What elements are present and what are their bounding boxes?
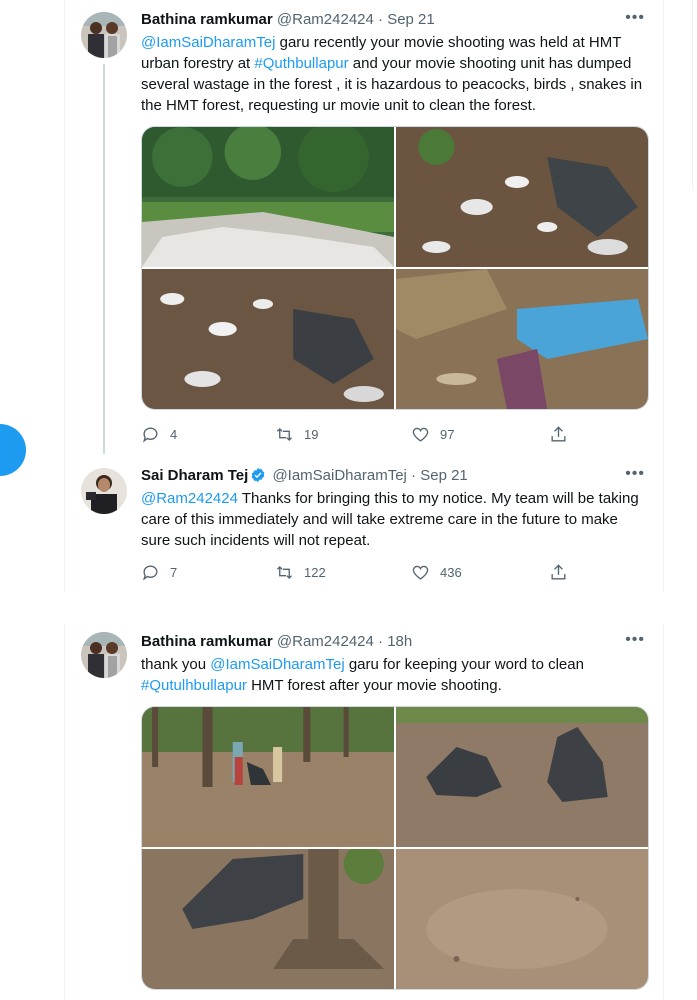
share-button[interactable] xyxy=(549,425,568,444)
retweet-button[interactable]: 19 xyxy=(275,425,411,444)
share-icon xyxy=(551,563,566,580)
author-name[interactable]: Bathina ramkumar xyxy=(141,633,273,650)
more-options-icon[interactable]: ••• xyxy=(625,630,645,650)
tweet-media-grid xyxy=(141,126,649,410)
mention-link[interactable]: @IamSaiDharamTej xyxy=(210,656,344,673)
photo-plates-ground[interactable] xyxy=(396,127,648,267)
reply-icon xyxy=(142,565,158,581)
avatar-ramkumar[interactable] xyxy=(81,632,127,678)
tweet-thread: Bathina ramkumar @Ram242424 · Sep 21 •••… xyxy=(64,0,664,592)
photo-bag-under-tree[interactable] xyxy=(142,849,394,989)
tweet-text: thank you @IamSaiDharamTej garu for keep… xyxy=(141,656,584,694)
retweet-button[interactable]: 122 xyxy=(275,563,411,582)
avatar-ramkumar[interactable] xyxy=(81,12,127,58)
photo-forest-dump[interactable] xyxy=(142,127,394,267)
retweet-count: 19 xyxy=(304,426,319,442)
tweet-time[interactable]: 18h xyxy=(387,633,412,650)
hashtag-link[interactable]: #Qutulhbullapur xyxy=(141,677,247,694)
avatar-saidharamtej[interactable] xyxy=(81,468,127,514)
author-handle[interactable]: @Ram242424 xyxy=(277,633,374,650)
photo-clean-ground[interactable] xyxy=(396,849,648,989)
separator: · xyxy=(411,467,417,484)
tweet-time[interactable]: Sep 21 xyxy=(420,467,468,484)
tweet-header: Sai Dharam Tej @IamSaiDharamTej · Sep 21… xyxy=(141,464,649,486)
more-options-icon[interactable]: ••• xyxy=(625,8,645,28)
reply-icon xyxy=(142,427,158,443)
heart-icon xyxy=(412,427,429,442)
tweet-header: Bathina ramkumar @Ram242424 · 18h ••• xyxy=(141,630,649,652)
photo-blue-plastic[interactable] xyxy=(396,269,648,409)
like-button[interactable]: 436 xyxy=(411,563,549,582)
hashtag-link[interactable]: #Quthbullapur xyxy=(254,55,348,72)
verified-badge-icon xyxy=(251,468,265,482)
tweet-body: Sai Dharam Tej @IamSaiDharamTej · Sep 21… xyxy=(141,464,649,551)
tweet-media-grid xyxy=(141,706,649,990)
tweet-body: Bathina ramkumar @Ram242424 · Sep 21 •••… xyxy=(141,8,649,116)
separator: · xyxy=(378,11,384,28)
photo-cleaning-workers[interactable] xyxy=(142,707,394,847)
mention-link[interactable]: @IamSaiDharamTej xyxy=(141,34,275,51)
tweet-text: @IamSaiDharamTej garu recently your movi… xyxy=(141,34,643,114)
share-icon xyxy=(551,425,566,442)
author-name[interactable]: Bathina ramkumar xyxy=(141,11,273,28)
thread-connector xyxy=(103,64,105,454)
tweet-card-followup: Bathina ramkumar @Ram242424 · 18h ••• th… xyxy=(64,624,664,1000)
retweet-icon xyxy=(276,565,293,579)
photo-garbage-bags[interactable] xyxy=(396,707,648,847)
share-button[interactable] xyxy=(549,563,568,582)
retweet-icon xyxy=(276,427,293,441)
tweet-ramkumar-18h[interactable]: Bathina ramkumar @Ram242424 · 18h ••• th… xyxy=(79,630,649,1000)
tweet-header: Bathina ramkumar @Ram242424 · Sep 21 ••• xyxy=(141,8,649,30)
mention-link[interactable]: @Ram242424 xyxy=(141,490,238,507)
timeline-divider xyxy=(692,0,693,190)
separator: · xyxy=(378,633,384,650)
like-count: 436 xyxy=(440,564,462,580)
reply-count: 7 xyxy=(170,564,178,580)
photo-waste-plates[interactable] xyxy=(142,269,394,409)
reply-count: 4 xyxy=(170,426,178,442)
author-handle[interactable]: @IamSaiDharamTej xyxy=(272,467,406,484)
tweet-time[interactable]: Sep 21 xyxy=(387,11,435,28)
author-name[interactable]: Sai Dharam Tej xyxy=(141,467,248,484)
floating-compose-button[interactable] xyxy=(0,424,26,476)
tweet-actions: 7 122 436 xyxy=(141,562,571,582)
like-button[interactable]: 97 xyxy=(411,425,549,444)
reply-button[interactable]: 4 xyxy=(141,425,275,444)
reply-button[interactable]: 7 xyxy=(141,563,275,582)
tweet-saidharamtej-reply[interactable]: Sai Dharam Tej @IamSaiDharamTej · Sep 21… xyxy=(79,464,649,586)
heart-icon xyxy=(412,565,429,580)
more-options-icon[interactable]: ••• xyxy=(625,464,645,484)
like-count: 97 xyxy=(440,426,455,442)
tweet-ramkumar-sep21[interactable]: Bathina ramkumar @Ram242424 · Sep 21 •••… xyxy=(79,8,649,454)
tweet-actions: 4 19 97 xyxy=(141,424,571,444)
tweet-body: Bathina ramkumar @Ram242424 · 18h ••• th… xyxy=(141,630,649,696)
retweet-count: 122 xyxy=(304,564,326,580)
author-handle[interactable]: @Ram242424 xyxy=(277,11,374,28)
tweet-text: @Ram242424 Thanks for bringing this to m… xyxy=(141,490,639,549)
